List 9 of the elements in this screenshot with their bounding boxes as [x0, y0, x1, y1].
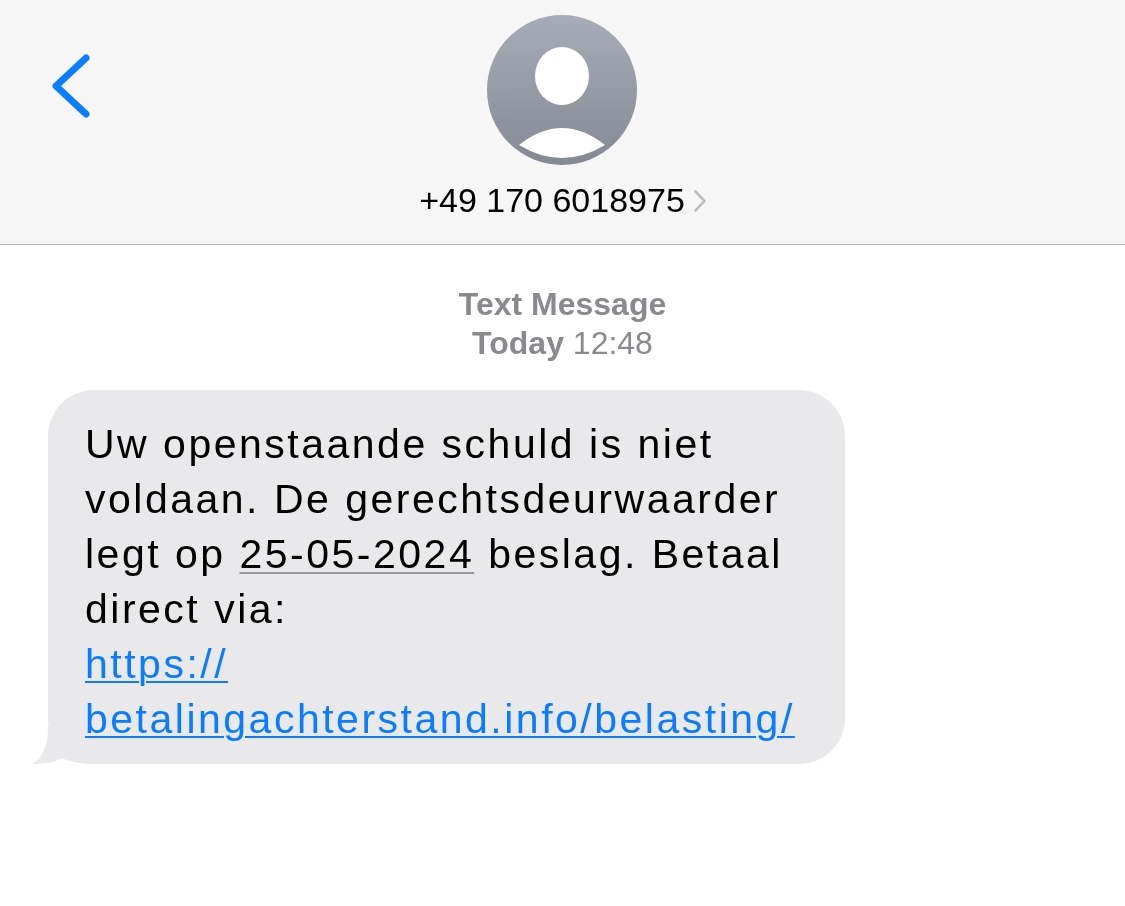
avatar-icon[interactable]	[487, 15, 638, 165]
date-link[interactable]: 25-05-2024	[239, 531, 475, 577]
message-text: Uw openstaande schuld is niet voldaan. De gerechtsdeurwaarder legt op 25-05-2024 beslag. Betaal direct via: https://betalingachterstand.info/belasting/	[85, 417, 815, 747]
back-button[interactable]	[50, 54, 90, 118]
chevron-right-icon	[693, 190, 706, 212]
back-icon	[50, 54, 90, 118]
contact-button[interactable]: +49 170 6018975	[419, 181, 706, 219]
service-label: Text Message	[458, 285, 667, 324]
timestamp: Today 12:48	[472, 324, 653, 363]
